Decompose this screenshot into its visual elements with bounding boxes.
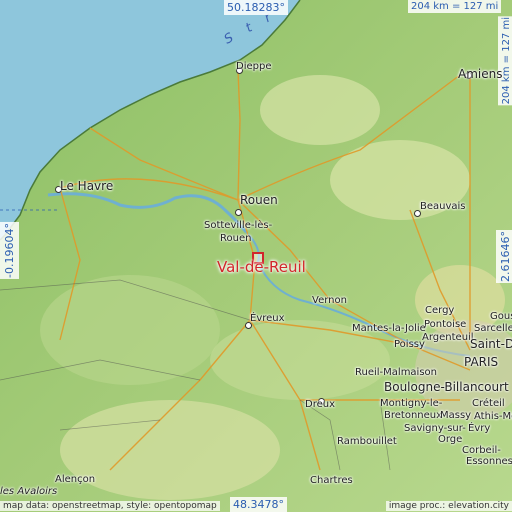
place-label-paris: PARIS (464, 355, 499, 369)
place-label-amiens: Amiens (458, 67, 503, 81)
place-label-gous: Gous (490, 311, 512, 322)
place-label-le-havre: Le Havre (60, 179, 114, 193)
place-label-mantes: Mantes-la-Jolie (352, 323, 426, 334)
city-dot-rouen (235, 209, 242, 216)
place-label-beauvais: Beauvais (420, 201, 466, 212)
place-label-saint-denis: Saint-D (470, 337, 512, 351)
place-label-evry: Évry (468, 423, 491, 434)
place-label-dreux: Dreux (305, 399, 335, 410)
place-label-dieppe: Dieppe (236, 61, 272, 72)
place-label-athis-mons: Athis-Mons (474, 411, 512, 422)
place-label-evreux: Évreux (250, 313, 285, 324)
place-label-pontoise: Pontoise (424, 319, 467, 330)
place-label-orge: Orge (438, 434, 463, 445)
latitude-top-label: 50.18283° (224, 0, 288, 15)
place-label-vernon: Vernon (312, 295, 347, 306)
latitude-bottom-label: 48.3478° (230, 497, 287, 512)
place-label-essonnes: Essonnes (466, 456, 512, 467)
place-label-sarcelles: Sarcelles (474, 323, 512, 334)
place-label-bretonneux: Bretonneux (384, 410, 443, 421)
place-label-creteil: Créteil (472, 398, 505, 409)
place-label-montigny: Montigny-le- (380, 398, 443, 409)
place-label-chartres: Chartres (310, 475, 353, 486)
place-label-rouen: Rouen (240, 193, 278, 207)
map-canvas[interactable]: S t r 50.18283° 48.3478° -0.19604° 2.616… (0, 0, 512, 512)
place-label-alencon: Alençon (55, 474, 96, 485)
place-label-rueil: Rueil-Malmaison (355, 367, 438, 378)
plateau-caux (260, 75, 380, 145)
place-label-corbeil: Corbeil- (462, 445, 501, 456)
highlighted-place-label[interactable]: Val-de-Reuil (217, 258, 306, 276)
plateau-perche (60, 400, 280, 500)
place-label-argenteuil: Argenteuil (422, 332, 474, 343)
place-label-rambouillet: Rambouillet (337, 436, 397, 447)
place-label-les-avaloirs: les Avaloirs (0, 486, 58, 497)
longitude-left-label: -0.19604° (0, 222, 19, 279)
place-label-massy: Massy (440, 410, 472, 421)
scale-horizontal-label: 204 km = 127 mi (408, 0, 502, 13)
place-label-boulogne: Boulogne-Billancourt (384, 380, 509, 394)
place-label-sotteville: Sotteville-lès- (204, 220, 273, 231)
place-label-cergy: Cergy (425, 305, 455, 316)
map-credit-left: map data: openstreetmap, style: opentopo… (0, 501, 220, 511)
place-label-poissy: Poissy (394, 339, 425, 350)
longitude-right-label: 2.61646° (496, 230, 512, 283)
place-label-sotteville-rouen: Rouen (220, 233, 252, 244)
lowland-ouest (40, 275, 220, 385)
scale-vertical-label: 204 km = 127 mi (498, 16, 512, 106)
map-credit-right: image proc.: elevation.city (385, 501, 512, 511)
place-label-savigny: Savigny-sur- (404, 423, 466, 434)
